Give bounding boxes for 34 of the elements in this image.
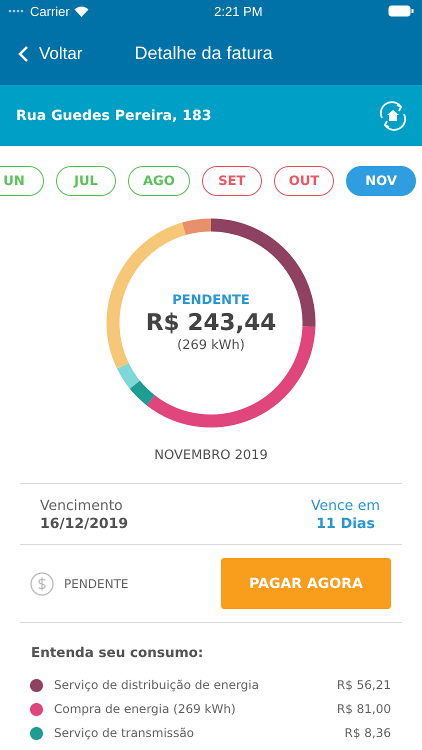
bill-period: NOVEMBRO 2019: [154, 448, 268, 463]
breakdown-title: Entenda seu consumo:: [31, 645, 204, 661]
charge-amount: R$ 8,36: [344, 726, 391, 740]
bill-consumption: (269 kWh): [177, 338, 245, 353]
chevron-left-icon: [18, 44, 29, 62]
countdown-label: Vence em: [311, 498, 380, 514]
home-refresh-icon[interactable]: [378, 100, 408, 130]
charge-name: Compra de energia (269 kWh): [54, 702, 237, 716]
charge-amount: R$ 56,21: [336, 678, 391, 692]
bill-status: PENDENTE: [172, 293, 250, 308]
page-title: Detalhe da fatura: [134, 43, 273, 64]
month-tab[interactable]: NOV: [346, 166, 416, 196]
month-tab[interactable]: UN: [0, 166, 44, 196]
address-text: Rua Guedes Pereira, 183: [16, 108, 212, 124]
month-tab[interactable]: JUL: [56, 166, 116, 196]
bill-amount: R$ 243,44: [146, 310, 276, 336]
carrier-name: Carrier: [30, 4, 70, 18]
clock: 2:21 PM: [214, 4, 263, 18]
month-tab[interactable]: AGO: [128, 166, 190, 196]
signal-icon: [8, 9, 26, 13]
charge-name: Serviço de distribuição de energia: [54, 678, 260, 692]
wifi-icon: [74, 6, 89, 16]
battery-icon: [388, 5, 414, 17]
month-tab[interactable]: SET: [202, 166, 262, 196]
back-link[interactable]: Voltar: [18, 44, 82, 64]
charge-name: Serviço de transmissão: [54, 726, 196, 740]
charge-amount: R$ 81,00: [336, 702, 391, 716]
due-date: 16/12/2019: [40, 516, 128, 532]
due-label: Vencimento: [40, 498, 123, 514]
month-tab[interactable]: OUT: [274, 166, 334, 196]
countdown-value: 11 Dias: [316, 516, 375, 532]
payment-status: PENDENTE: [64, 576, 129, 590]
pay-now-button[interactable]: PAGAR AGORA: [221, 558, 391, 609]
dollar-icon: [30, 572, 54, 596]
